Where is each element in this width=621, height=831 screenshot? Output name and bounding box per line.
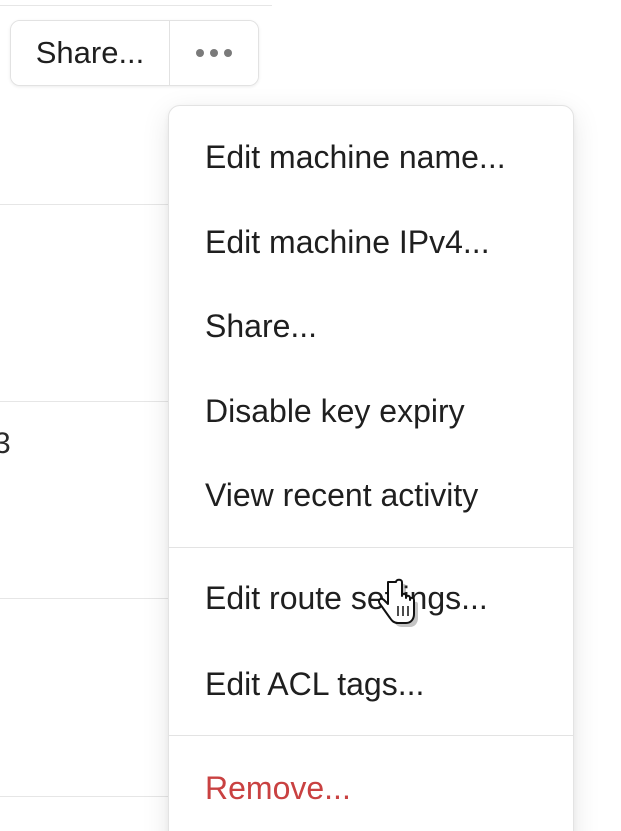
menu-separator (169, 735, 573, 736)
table-row-divider (0, 598, 172, 599)
table-cell-text: 3 (0, 427, 11, 460)
menu-separator (169, 547, 573, 548)
machine-actions-menu: Edit machine name... Edit machine IPv4..… (168, 105, 574, 831)
page: 3 Share... Edit machine name... Edit mac… (0, 0, 621, 831)
ellipsis-icon (196, 49, 232, 57)
table-row-divider (0, 204, 172, 205)
share-button-group: Share... (10, 20, 259, 86)
menu-item-edit-acl-tags[interactable]: Edit ACL tags... (205, 664, 424, 704)
menu-item-share[interactable]: Share... (205, 306, 317, 346)
menu-item-edit-machine-name[interactable]: Edit machine name... (205, 137, 506, 177)
divider (0, 5, 272, 6)
menu-item-disable-key-expiry[interactable]: Disable key expiry (205, 391, 465, 431)
menu-item-remove[interactable]: Remove... (205, 768, 351, 808)
table-row-divider (0, 401, 172, 402)
table-row-divider (0, 796, 172, 797)
share-button[interactable]: Share... (11, 21, 170, 85)
menu-item-edit-machine-ipv4[interactable]: Edit machine IPv4... (205, 222, 490, 262)
menu-item-edit-route-settings[interactable]: Edit route settings... (205, 578, 488, 618)
more-options-button[interactable] (170, 21, 258, 85)
menu-item-view-recent-activity[interactable]: View recent activity (205, 475, 478, 515)
